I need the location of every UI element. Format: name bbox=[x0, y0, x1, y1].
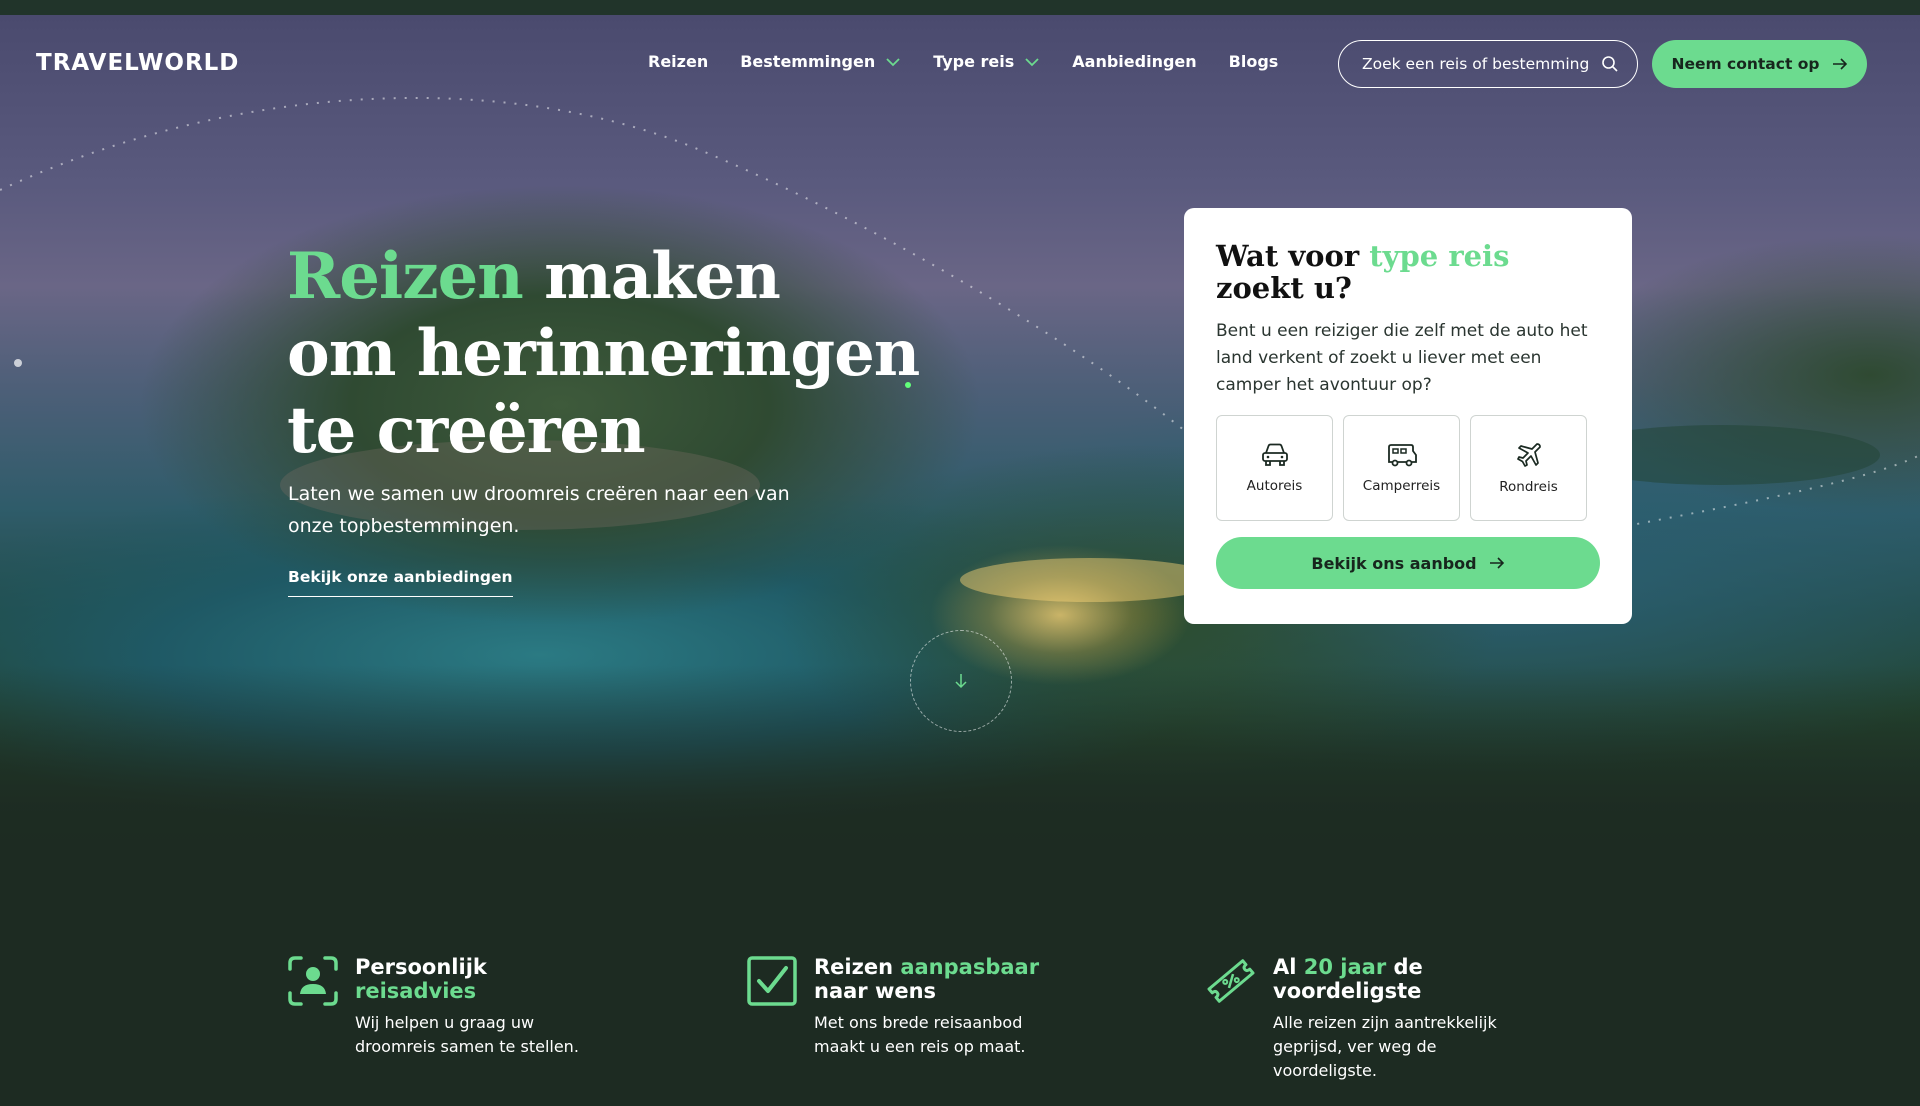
feature-title-plain: Reizen bbox=[814, 955, 901, 979]
chevron-down-icon bbox=[1025, 57, 1039, 66]
arrow-right-icon bbox=[1489, 557, 1504, 569]
feature-customizable: Reizen aanpasbaar naar wens Met ons bred… bbox=[746, 955, 1054, 1059]
search-input[interactable]: Zoek een reis of bestemming bbox=[1338, 40, 1638, 88]
feature-title-line2: voordeligste bbox=[1273, 979, 1422, 1003]
arrow-right-icon bbox=[1832, 58, 1847, 70]
nav-item-aanbiedingen[interactable]: Aanbiedingen bbox=[1072, 52, 1196, 71]
card-title-prefix: Wat voor bbox=[1216, 239, 1370, 273]
headline-line2: om herinneringen bbox=[287, 316, 920, 391]
trip-type-card: Wat voor type reis zoekt u? Bent u een r… bbox=[1184, 208, 1632, 624]
nav-item-blogs[interactable]: Blogs bbox=[1229, 52, 1279, 71]
nav-item-type-reis[interactable]: Type reis bbox=[933, 52, 1040, 71]
feature-title: Al 20 jaar de voordeligste bbox=[1273, 955, 1513, 1003]
card-title-line2: zoekt u? bbox=[1216, 271, 1352, 305]
top-strip bbox=[0, 0, 1920, 15]
card-title: Wat voor type reis zoekt u? bbox=[1216, 240, 1600, 304]
feature-description: Alle reizen zijn aantrekkelijk geprijsd,… bbox=[1273, 1013, 1497, 1080]
option-camperreis[interactable]: Camperreis bbox=[1343, 415, 1460, 521]
search-icon[interactable] bbox=[1601, 55, 1619, 73]
main-nav: Reizen Bestemmingen Type reis Aanbieding… bbox=[648, 52, 1310, 71]
feature-title-accent: reisadvies bbox=[355, 979, 477, 1003]
checkbox-icon bbox=[747, 956, 797, 1006]
person-focus-icon bbox=[288, 956, 338, 1006]
contact-label: Neem contact op bbox=[1671, 55, 1820, 73]
nav-label: Type reis bbox=[933, 52, 1015, 71]
hero-subtext: Laten we samen uw droomreis creëren naar… bbox=[288, 483, 790, 537]
plane-icon bbox=[1516, 443, 1541, 467]
logo[interactable]: TRAVELWORLD bbox=[36, 50, 239, 76]
arrow-down-icon bbox=[955, 674, 967, 689]
option-rondreis[interactable]: Rondreis bbox=[1470, 415, 1587, 521]
view-offer-label: Bekijk ons aanbod bbox=[1311, 553, 1477, 573]
nav-label: Reizen bbox=[648, 52, 709, 71]
feature-title-accent: aanpasbaar bbox=[900, 955, 1040, 979]
trip-type-options: Autoreis Camperreis Rondreis bbox=[1216, 415, 1600, 521]
feature-title-line2: naar wens bbox=[814, 979, 937, 1003]
option-label: Autoreis bbox=[1246, 478, 1303, 494]
nav-item-reizen[interactable]: Reizen bbox=[648, 52, 708, 71]
search-placeholder: Zoek een reis of bestemming bbox=[1362, 55, 1590, 73]
discount-ticket-icon bbox=[1207, 959, 1255, 1003]
car-icon bbox=[1261, 443, 1288, 466]
nav-item-bestemmingen[interactable]: Bestemmingen bbox=[740, 52, 901, 71]
card-description: Bent u een reiziger die zelf met de auto… bbox=[1216, 321, 1588, 395]
feature-title-plain: Persoonlijk bbox=[355, 955, 487, 979]
view-offer-button[interactable]: Bekijk ons aanbod bbox=[1216, 537, 1600, 589]
chevron-down-icon bbox=[886, 57, 900, 66]
nav-label: Aanbiedingen bbox=[1072, 52, 1197, 71]
hero-headline: Reizen maken om herinneringen te creëren bbox=[287, 238, 920, 469]
card-title-accent: type reis bbox=[1369, 239, 1510, 273]
nav-label: Blogs bbox=[1228, 52, 1279, 71]
feature-title-suffix: de bbox=[1386, 955, 1423, 979]
feature-title: Persoonlijk reisadvies bbox=[355, 955, 595, 1003]
feature-title: Reizen aanpasbaar naar wens bbox=[814, 955, 1054, 1003]
headline-line1-rest: maken bbox=[522, 239, 781, 314]
option-autoreis[interactable]: Autoreis bbox=[1216, 415, 1333, 521]
headline-accent: Reizen bbox=[287, 239, 524, 314]
feature-personal-advice: Persoonlijk reisadvies Wij helpen u graa… bbox=[287, 955, 595, 1059]
offers-link[interactable]: Bekijk onze aanbiedingen bbox=[288, 568, 513, 597]
nav-label: Bestemmingen bbox=[740, 52, 876, 71]
contact-button[interactable]: Neem contact op bbox=[1652, 40, 1867, 88]
option-label: Camperreis bbox=[1362, 478, 1441, 494]
feature-cheapest: Al 20 jaar de voordeligste Alle reizen z… bbox=[1205, 955, 1513, 1083]
feature-title-accent: 20 jaar bbox=[1303, 955, 1387, 979]
camper-icon bbox=[1387, 444, 1417, 467]
feature-description: Met ons brede reisaanbod maakt u een rei… bbox=[814, 1013, 1026, 1056]
feature-description: Wij helpen u graag uw droomreis samen te… bbox=[355, 1013, 579, 1056]
headline-line3: te creëren bbox=[287, 393, 646, 468]
option-label: Rondreis bbox=[1499, 479, 1558, 495]
scroll-down-button[interactable] bbox=[910, 630, 1012, 732]
feature-title-prefix: Al bbox=[1273, 955, 1304, 979]
